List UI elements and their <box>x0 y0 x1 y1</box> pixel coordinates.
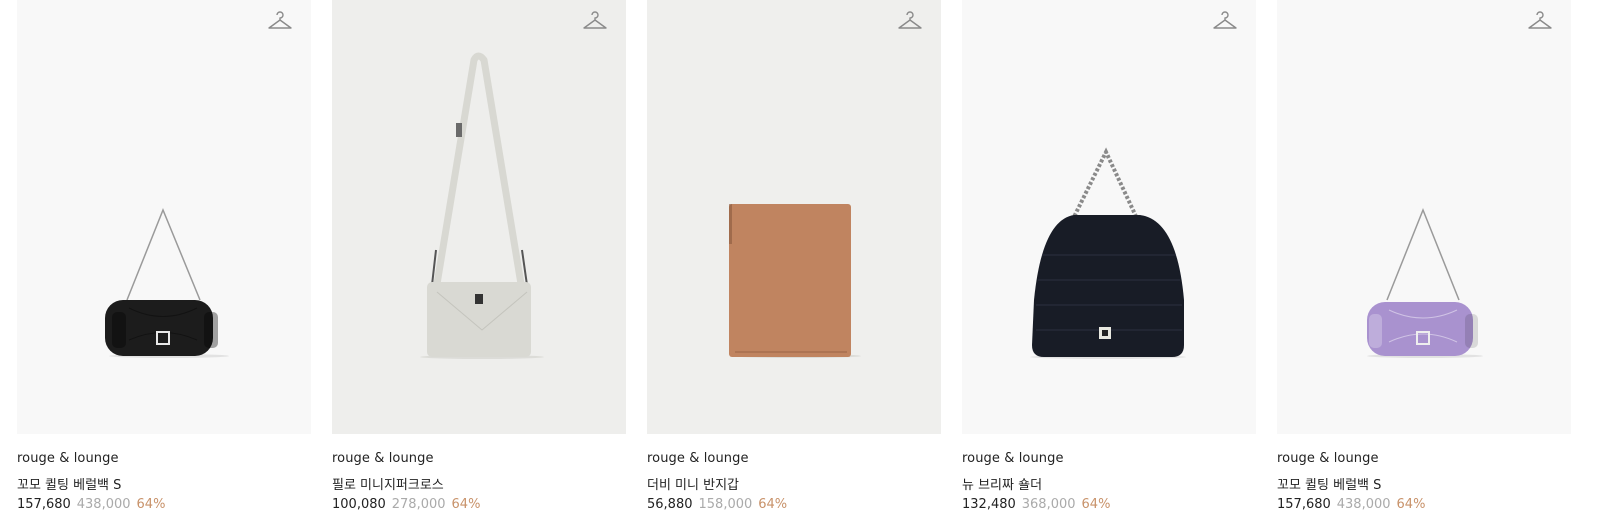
original-price: 368,000 <box>1021 497 1076 512</box>
product-image[interactable] <box>962 0 1256 434</box>
price-row: 157,680 438,000 64% <box>1277 497 1425 512</box>
product-name[interactable]: 꼬모 퀼팅 베럴백 S <box>17 474 121 493</box>
discount-rate: 64% <box>758 497 788 512</box>
price-row: 132,480 368,000 64% <box>962 497 1110 512</box>
sale-price: 157,680 <box>1277 497 1331 512</box>
hanger-icon[interactable] <box>897 9 923 33</box>
sale-price: 100,080 <box>332 497 386 512</box>
product-name[interactable]: 뉴 브리짜 숄더 <box>962 474 1042 493</box>
product-card[interactable]: rouge & lounge 더비 미니 반지갑 56,880 158,000 64… <box>647 0 941 531</box>
wallet-tan-image <box>729 204 861 358</box>
crossbody-bag-gray-image <box>420 52 544 359</box>
discount-rate: 64% <box>1081 497 1111 512</box>
hanger-icon[interactable] <box>1527 9 1553 33</box>
price-row: 157,680 438,000 64% <box>17 497 165 512</box>
discount-rate: 64% <box>1396 497 1426 512</box>
barrel-bag-black-image <box>105 208 229 358</box>
product-card[interactable]: rouge & lounge 꼬모 퀼팅 베럴백 S 157,680 438,00… <box>17 0 311 531</box>
product-name[interactable]: 꼬모 퀼팅 베럴백 S <box>1277 474 1381 493</box>
product-image[interactable] <box>17 0 311 434</box>
sale-price: 132,480 <box>962 497 1016 512</box>
product-brand[interactable]: rouge & lounge <box>647 451 749 466</box>
product-card[interactable]: rouge & lounge 꼬모 퀼팅 베럴백 S 157,680 438,00… <box>1277 0 1571 531</box>
product-brand[interactable]: rouge & lounge <box>962 451 1064 466</box>
product-image[interactable] <box>332 0 626 434</box>
discount-rate: 64% <box>136 497 166 512</box>
product-grid: rouge & lounge 꼬모 퀼팅 베럴백 S 157,680 438,00… <box>0 0 1602 531</box>
product-brand[interactable]: rouge & lounge <box>1277 451 1379 466</box>
product-card[interactable]: rouge & lounge 뉴 브리짜 숄더 132,480 368,000 64… <box>962 0 1256 531</box>
product-brand[interactable]: rouge & lounge <box>17 451 119 466</box>
original-price: 278,000 <box>391 497 446 512</box>
hobo-bag-navy-image <box>1030 147 1186 359</box>
price-row: 100,080 278,000 64% <box>332 497 480 512</box>
product-brand[interactable]: rouge & lounge <box>332 451 434 466</box>
product-card[interactable]: rouge & lounge 필로 미니지퍼크로스 100,080 278,000… <box>332 0 626 531</box>
discount-rate: 64% <box>451 497 481 512</box>
product-image[interactable] <box>1277 0 1571 434</box>
original-price: 158,000 <box>698 497 753 512</box>
hanger-icon[interactable] <box>582 9 608 33</box>
product-name[interactable]: 필로 미니지퍼크로스 <box>332 474 444 493</box>
product-name[interactable]: 더비 미니 반지갑 <box>647 474 739 493</box>
hanger-icon[interactable] <box>1212 9 1238 33</box>
price-row: 56,880 158,000 64% <box>647 497 787 512</box>
original-price: 438,000 <box>1336 497 1391 512</box>
product-image[interactable] <box>647 0 941 434</box>
sale-price: 157,680 <box>17 497 71 512</box>
original-price: 438,000 <box>76 497 131 512</box>
sale-price: 56,880 <box>647 497 693 512</box>
hanger-icon[interactable] <box>267 9 293 33</box>
barrel-bag-lavender-image <box>1367 207 1483 358</box>
